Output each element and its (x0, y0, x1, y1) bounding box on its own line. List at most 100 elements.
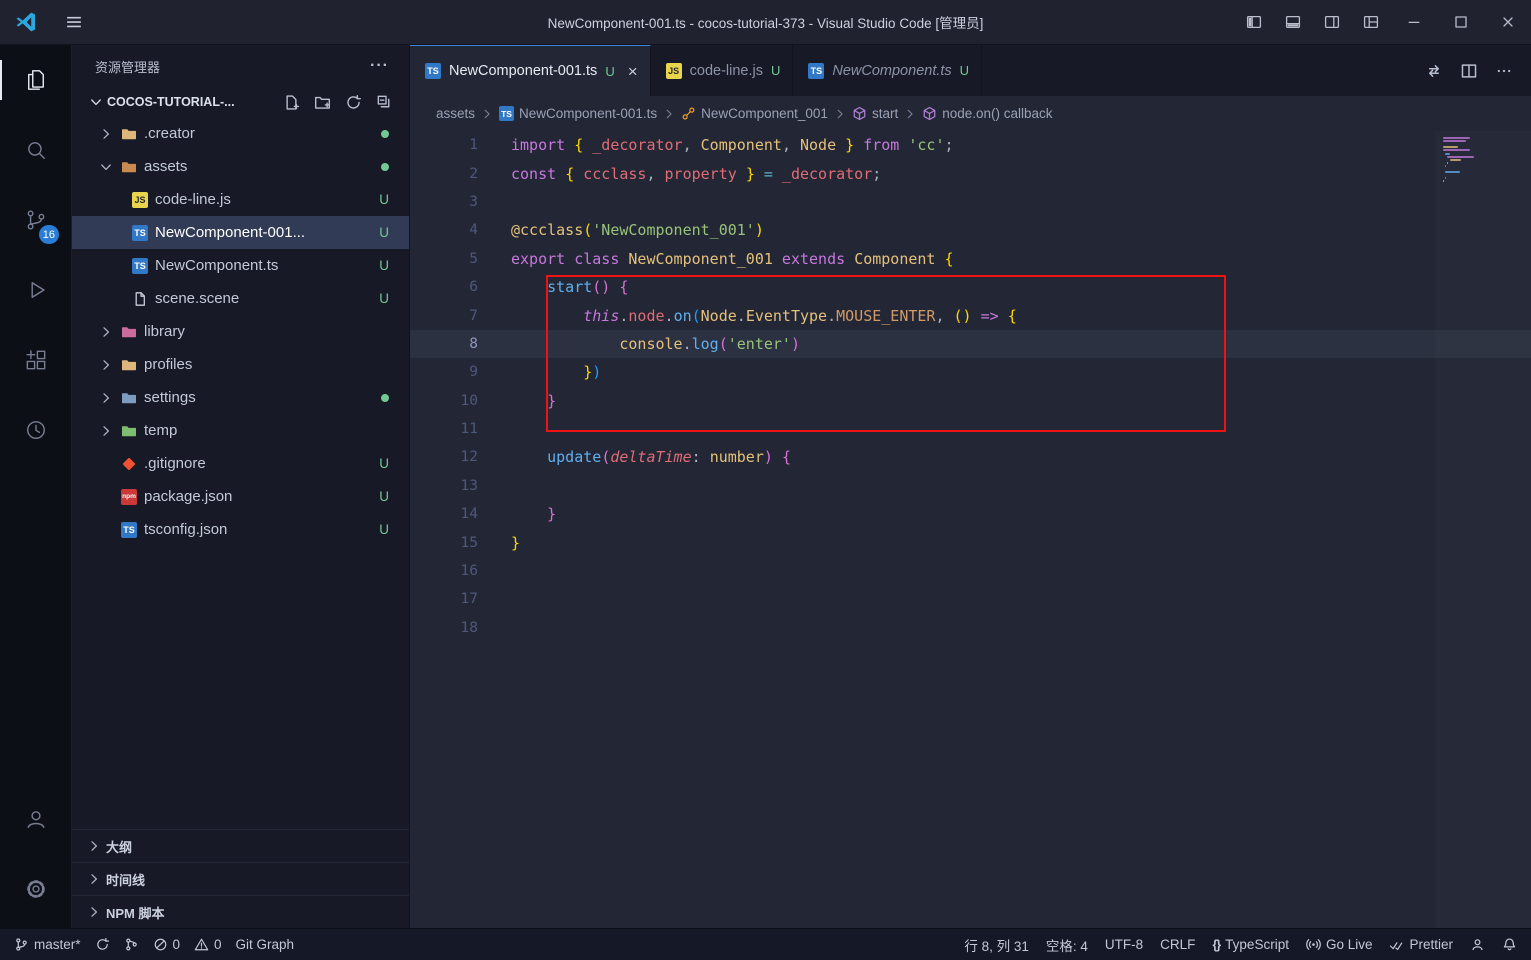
line-number: 6 (469, 279, 478, 296)
activity-bar-bottom (0, 784, 71, 924)
code-line[interactable]: 16 (410, 557, 1531, 585)
code-line[interactable]: 8 console.log('enter') (410, 329, 1531, 359)
tree-item[interactable]: .creator (72, 117, 409, 150)
breadcrumb-item[interactable]: NewComponent_001 (681, 106, 828, 121)
prettier[interactable]: Prettier (1389, 929, 1453, 960)
code-line[interactable]: 7 this.node.on(Node.EventType.MOUSE_ENTE… (410, 301, 1531, 329)
chevron-right-icon (662, 107, 676, 121)
minimize-button[interactable] (1390, 0, 1437, 44)
sidebar-section-npm-scripts[interactable]: NPM 脚本 (72, 895, 409, 928)
activity-settings[interactable] (0, 854, 71, 924)
notifications[interactable] (1502, 929, 1517, 960)
git-status-badge: U (379, 456, 389, 471)
layout-sidebar-left-button[interactable] (1234, 0, 1273, 44)
tree-item[interactable]: settings (72, 381, 409, 414)
editor-tab[interactable]: JS code-line.js U (651, 45, 794, 96)
code-line[interactable]: 15} (410, 528, 1531, 556)
tree-item[interactable]: library (72, 315, 409, 348)
tree-item[interactable]: .gitignore U (72, 447, 409, 480)
commit-graph-button[interactable] (124, 929, 139, 960)
tree-item[interactable]: TS NewComponent.ts U (72, 249, 409, 282)
open-changes-icon[interactable] (1425, 62, 1443, 80)
sidebar-section-timeline[interactable]: 时间线 (72, 862, 409, 895)
close-tab-icon[interactable]: × (628, 63, 638, 80)
refresh-icon[interactable] (345, 94, 362, 111)
breadcrumb-item[interactable]: TS NewComponent-001.ts (499, 106, 657, 121)
go-live[interactable]: Go Live (1306, 929, 1372, 960)
project-root-row[interactable]: COCOS-TUTORIAL-... (72, 87, 409, 117)
breadcrumb-item[interactable]: start (852, 106, 898, 121)
git-graph-button[interactable]: Git Graph (236, 929, 295, 960)
vscode-window: NewComponent-001.ts - cocos-tutorial-373… (0, 0, 1531, 960)
tree-item[interactable]: npm package.json U (72, 480, 409, 513)
code-line[interactable]: 9 }) (410, 358, 1531, 386)
activity-search[interactable] (0, 115, 71, 185)
activity-history[interactable] (0, 395, 71, 465)
code-line[interactable]: 1 import { _decorator, Component, Node } … (410, 131, 1531, 159)
minimap-line (1443, 180, 1444, 183)
braces-icon: {} (1212, 937, 1221, 952)
minimap[interactable] (1435, 131, 1531, 928)
new-file-icon[interactable] (283, 94, 300, 111)
problems-errors[interactable]: 0 (153, 929, 180, 960)
editor-tab[interactable]: TS NewComponent.ts U (793, 45, 983, 96)
indentation[interactable]: 空格: 4 (1046, 929, 1088, 960)
tree-item[interactable]: profiles (72, 348, 409, 381)
feedback[interactable] (1470, 929, 1485, 960)
layout-sidebar-right-button[interactable] (1312, 0, 1351, 44)
problems-warnings[interactable]: 0 (194, 929, 222, 960)
layout-panel-button[interactable] (1273, 0, 1312, 44)
code-line[interactable]: 2 const { ccclass, property } = _decorato… (410, 159, 1531, 187)
sidebar-section-outline[interactable]: 大纲 (72, 829, 409, 862)
tree-item[interactable]: JS code-line.js U (72, 183, 409, 216)
code-line[interactable]: 11 (410, 415, 1531, 443)
more-actions-icon[interactable] (1495, 62, 1513, 80)
code-line[interactable]: 17 (410, 585, 1531, 613)
maximize-button[interactable] (1437, 0, 1484, 44)
close-button[interactable] (1484, 0, 1531, 44)
collapse-all-icon[interactable] (376, 94, 393, 111)
new-folder-icon[interactable] (314, 94, 331, 111)
code-line[interactable]: 10 } (410, 387, 1531, 415)
line-content: const { ccclass, property } = _decorator… (511, 164, 882, 183)
code-line[interactable]: 18 (410, 614, 1531, 642)
tree-item-label: library (144, 323, 185, 340)
code-line[interactable]: 4 @ccclass('NewComponent_001') (410, 216, 1531, 244)
code-line[interactable]: 13 (410, 472, 1531, 500)
tree-item[interactable]: assets (72, 150, 409, 183)
git-status-badge: U (379, 225, 389, 240)
explorer-sidebar: 资源管理器 ··· COCOS-TUTORIAL-... .creator ass… (72, 45, 410, 928)
breadcrumb-item[interactable]: assets (436, 106, 475, 121)
chevron-down-icon (98, 159, 114, 175)
breadcrumb-item[interactable]: node.on() callback (922, 106, 1053, 121)
code-line[interactable]: 12 update(deltaTime: number) { (410, 443, 1531, 471)
activity-extensions[interactable] (0, 325, 71, 395)
tree-item[interactable]: TS tsconfig.json U (72, 513, 409, 546)
editor-tab[interactable]: TS NewComponent-001.ts U × (410, 45, 651, 96)
eol[interactable]: C​RLF (1160, 929, 1195, 960)
code-line[interactable]: 6 start() { (410, 273, 1531, 301)
code-line[interactable]: 3 (410, 188, 1531, 216)
sync-button[interactable] (95, 929, 110, 960)
language-mode[interactable]: {} TypeScript (1212, 929, 1289, 960)
tree-item-label: scene.scene (155, 290, 240, 307)
tree-item[interactable]: scene.scene U (72, 282, 409, 315)
layout-customize-button[interactable] (1351, 0, 1390, 44)
more-actions-icon[interactable]: ··· (370, 57, 389, 75)
tree-item[interactable]: TS NewComponent-001... U (72, 216, 409, 249)
activity-source-control[interactable]: 16 (0, 185, 71, 255)
cursor-position[interactable]: 行 8, 列 31 (964, 929, 1029, 960)
activity-run-debug[interactable] (0, 255, 71, 325)
split-editor-icon[interactable] (1460, 62, 1478, 80)
encoding[interactable]: UTF-8 (1105, 929, 1143, 960)
sync-icon (95, 937, 110, 952)
tree-item[interactable]: temp (72, 414, 409, 447)
code-line[interactable]: 14 } (410, 500, 1531, 528)
activity-account[interactable] (0, 784, 71, 854)
branch-indicator[interactable]: master* (14, 929, 81, 960)
activity-explorer[interactable] (0, 45, 71, 115)
menu-icon[interactable] (64, 12, 84, 32)
code-line[interactable]: 5 export class NewComponent_001 extends C… (410, 245, 1531, 273)
tree-item-decorations: U (379, 522, 389, 537)
code-editor[interactable]: 1 import { _decorator, Component, Node } … (410, 131, 1531, 928)
